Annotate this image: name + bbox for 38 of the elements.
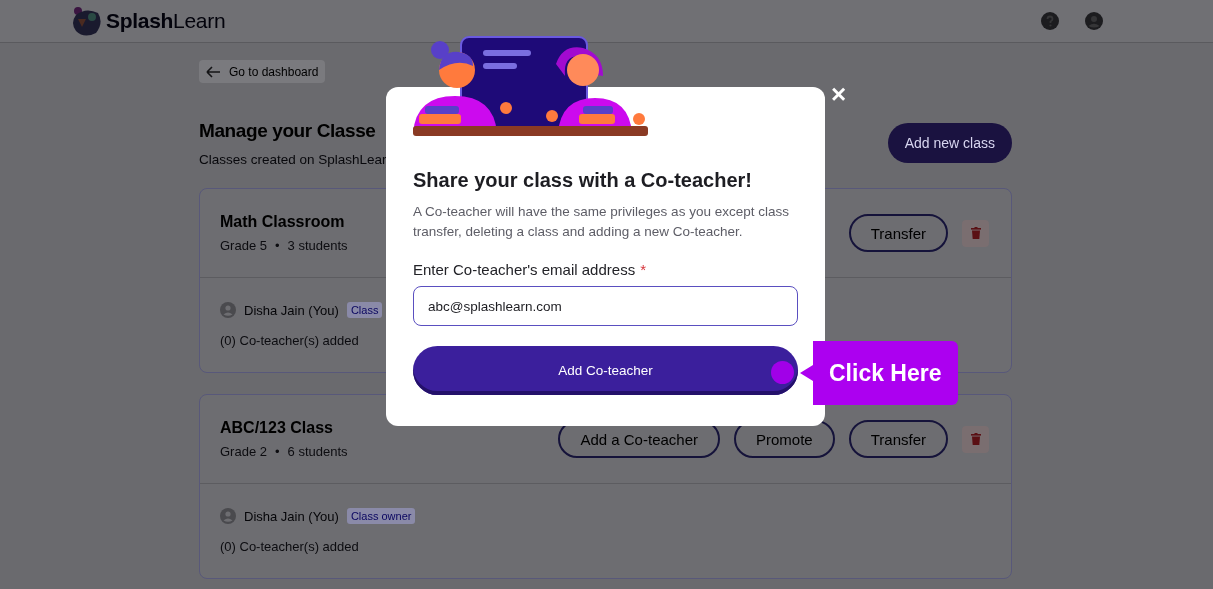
add-class-button[interactable]: Add new class	[887, 122, 1012, 163]
page-title: Manage your Classe	[199, 120, 376, 142]
grade-label: Grade 2	[220, 444, 267, 459]
student-count: 3 students	[287, 238, 348, 253]
avatar-icon	[220, 508, 236, 524]
owner-tag: Class	[346, 302, 383, 318]
delete-button[interactable]	[962, 219, 989, 247]
student-count: 6 students	[287, 444, 348, 459]
field-label: Enter Co-teacher's email address	[413, 261, 636, 278]
back-link[interactable]: Go to dashboard	[199, 60, 326, 83]
class-action-button[interactable]: Transfer	[848, 214, 948, 252]
required-mark: *	[640, 261, 646, 278]
owner-name: Disha Jain (You)	[244, 302, 339, 318]
logo-text[interactable]: SplashLearn	[106, 9, 226, 33]
logo-icon	[70, 5, 102, 37]
class-name: ABC/123 Class	[220, 419, 333, 437]
trash-icon	[970, 227, 981, 239]
email-field[interactable]: abc@splashlearn.com	[413, 286, 798, 326]
add-coteacher-button[interactable]: Add Co-teacher	[413, 346, 798, 395]
owner-name: Disha Jain (You)	[244, 508, 339, 524]
close-button[interactable]: ×	[831, 81, 847, 107]
help-icon[interactable]	[1041, 12, 1059, 30]
coteacher-count: (0) Co-teacher(s) added	[220, 333, 359, 348]
coteacher-count: (0) Co-teacher(s) added	[220, 539, 359, 554]
avatar-icon	[220, 302, 236, 318]
separator-dot: •	[275, 444, 280, 459]
trash-icon	[970, 433, 981, 445]
delete-button[interactable]	[962, 425, 989, 453]
back-arrow-icon	[206, 65, 221, 78]
grade-label: Grade 5	[220, 238, 267, 253]
modal-description: A Co-teacher will have the same privileges as you except class transfer, deleting a class and adding a new Co-teacher.	[413, 203, 790, 241]
account-icon[interactable]	[1085, 12, 1103, 30]
owner-tag: Class owner	[346, 508, 416, 524]
separator-dot: •	[275, 238, 280, 253]
class-action-button[interactable]: Transfer	[848, 420, 948, 458]
class-name: Math Classroom	[220, 213, 345, 231]
page-subtitle: Classes created on SplashLear	[199, 152, 387, 167]
modal-title: Share your class with a Co-teacher!	[413, 169, 753, 192]
